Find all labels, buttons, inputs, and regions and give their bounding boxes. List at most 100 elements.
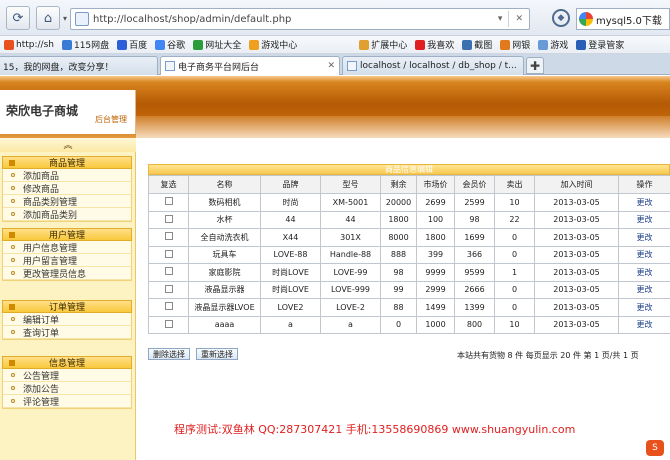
table-cell: 1800 <box>380 210 417 229</box>
bullet-icon <box>11 258 15 262</box>
credits-text: 程序测试:双鱼林 QQ:287307421 手机:13558690869 www… <box>174 423 576 436</box>
table-cell: 2013-03-05 <box>534 315 619 334</box>
item-label: 商品类别管理 <box>23 197 78 208</box>
address-bar[interactable]: http://localhost/shop/admin/default.php … <box>70 8 530 30</box>
sidebar-item-notices[interactable]: 公告管理 <box>3 369 131 382</box>
edit-link[interactable]: 更改 <box>618 263 670 282</box>
refresh-icon[interactable]: ⟳ <box>6 6 30 30</box>
row-checkbox-cell <box>148 193 189 212</box>
sidebar-item-add-notice[interactable]: 添加公告 <box>3 382 131 395</box>
edit-link[interactable]: 更改 <box>618 193 670 212</box>
sidebar-item-add-goods[interactable]: 添加商品 <box>3 169 131 182</box>
new-tab-button[interactable]: ✚ <box>526 57 544 74</box>
goods-table: 复选 名称 品牌 型号 剩余 市场价 会员价 卖出 加入时间 操作 数码相机 时尚… <box>148 175 670 334</box>
fav-item[interactable]: 网银 <box>500 38 530 51</box>
row-checkbox[interactable] <box>164 197 173 206</box>
shield-icon[interactable]: ◆ <box>552 9 570 27</box>
tab-bar: 15，我的网盘，改变分享！ 电子商务平台网后台 ✕ localhost / loc… <box>0 54 670 75</box>
table-cell: a <box>260 315 321 334</box>
heart-icon <box>415 39 426 50</box>
collapse-icon[interactable]: ︽ <box>0 138 136 152</box>
sidebar-item-goods-category[interactable]: 商品类别管理 <box>3 195 131 208</box>
group-orders: 订单管理 编辑订单 查询订单 <box>2 300 132 340</box>
sidebar-item-comments[interactable]: 评论管理 <box>3 395 131 408</box>
bullet-icon <box>11 271 15 275</box>
tab-netdisk[interactable]: 15，我的网盘，改变分享！ <box>0 56 158 75</box>
row-checkbox[interactable] <box>164 214 173 223</box>
close-icon[interactable]: ✕ <box>515 14 523 24</box>
item-label: 添加商品 <box>23 171 60 182</box>
favorite-icon <box>4 39 14 50</box>
fav-item[interactable]: 游戏中心 <box>249 38 297 51</box>
fav-label: 游戏 <box>550 41 569 51</box>
edit-link[interactable]: 更改 <box>618 210 670 229</box>
fav-item[interactable]: 网址大全 <box>193 38 241 51</box>
sidebar-item-query-order[interactable]: 查询订单 <box>3 326 131 339</box>
fav-item[interactable]: 游戏 <box>538 38 568 51</box>
address-url[interactable]: http://localhost/shop/admin/default.php <box>93 14 498 25</box>
sidebar-item-user-messages[interactable]: 用户留言管理 <box>3 254 131 267</box>
bullet-icon <box>11 373 15 377</box>
table-row: 家庭影院 时尚LOVE LOVE-99 98 9999 9599 1 2013-03-05 更改 <box>148 263 670 282</box>
close-icon[interactable]: ✕ <box>323 61 335 71</box>
group-users: 用户管理 用户信息管理 用户留言管理 更改管理员信息 <box>2 228 132 281</box>
delete-selected-button[interactable]: 删除选择 <box>148 348 190 360</box>
table-cell: 2666 <box>454 280 495 299</box>
row-checkbox-cell <box>148 210 189 229</box>
column-header: 剩余 <box>380 175 417 194</box>
row-checkbox[interactable] <box>164 319 173 328</box>
home-icon[interactable]: ⌂ <box>36 6 60 30</box>
group-title: 信息管理 <box>48 359 85 369</box>
edit-link[interactable]: 更改 <box>618 315 670 334</box>
edit-link[interactable]: 更改 <box>618 298 670 317</box>
row-checkbox[interactable] <box>164 302 173 311</box>
fav-item[interactable]: 登录管家 <box>576 38 624 51</box>
table-cell: 时尚 <box>260 193 321 212</box>
page-icon <box>347 61 357 71</box>
fav-item[interactable]: 截图 <box>462 38 492 51</box>
sidebar-item-admin-info[interactable]: 更改管理员信息 <box>3 267 131 280</box>
group-header[interactable]: 订单管理 <box>2 300 132 313</box>
table-cell: 10 <box>494 193 535 212</box>
row-checkbox[interactable] <box>164 284 173 293</box>
table-cell: 800 <box>454 315 495 334</box>
edit-link[interactable]: 更改 <box>618 245 670 264</box>
sidebar-item-user-info[interactable]: 用户信息管理 <box>3 241 131 254</box>
tab-phpmyadmin[interactable]: localhost / localhost / db_shop / t... <box>342 56 524 75</box>
fav-label: 扩展中心 <box>371 41 408 51</box>
chevron-down-icon[interactable]: ▾ <box>60 6 70 30</box>
goods-table-panel: 商品信息编辑 复选 名称 品牌 型号 剩余 市场价 会员价 卖出 加入时间 操作… <box>148 164 670 334</box>
edit-link[interactable]: 更改 <box>618 228 670 247</box>
row-checkbox[interactable] <box>164 232 173 241</box>
fav-item[interactable]: 我喜欢 <box>415 38 454 51</box>
row-checkbox[interactable] <box>164 267 173 276</box>
tab-admin[interactable]: 电子商务平台网后台 ✕ <box>160 56 340 75</box>
group-header[interactable]: 用户管理 <box>2 228 132 241</box>
row-checkbox-cell <box>148 228 189 247</box>
table-cell: 2999 <box>416 280 455 299</box>
fav-item[interactable]: 百度 <box>117 38 147 51</box>
search-input[interactable]: mysql5.0下载 <box>576 8 670 30</box>
fav-item[interactable]: 115网盘 <box>61 38 109 51</box>
feedback-icon[interactable]: S <box>646 440 664 456</box>
chevron-down-icon[interactable]: ▾ <box>498 14 503 24</box>
fav-item[interactable]: 谷歌 <box>155 38 185 51</box>
table-cell: 301X <box>320 228 381 247</box>
edit-link[interactable]: 更改 <box>618 280 670 299</box>
table-cell: 2013-03-05 <box>534 228 619 247</box>
sidebar-item-edit-order[interactable]: 编辑订单 <box>3 313 131 326</box>
reselect-button[interactable]: 重新选择 <box>196 348 238 360</box>
group-header[interactable]: 商品管理 <box>2 156 132 169</box>
table-cell: 1399 <box>454 298 495 317</box>
table-row: aaaa a a 0 1000 800 10 2013-03-05 更改 <box>148 315 670 334</box>
sidebar-item-add-category[interactable]: 添加商品类别 <box>3 208 131 221</box>
sidebar-item-edit-goods[interactable]: 修改商品 <box>3 182 131 195</box>
table-cell: 0 <box>494 298 535 317</box>
table-cell: 1 <box>494 263 535 282</box>
fav-item[interactable]: http://sh <box>4 39 54 50</box>
fav-item[interactable]: 扩展中心 <box>359 38 407 51</box>
table-row: 玩具车 LOVE-88 Handle-88 888 399 366 0 2013-03-05 更… <box>148 245 670 264</box>
row-checkbox[interactable] <box>164 249 173 258</box>
group-header[interactable]: 信息管理 <box>2 356 132 369</box>
admin-page: 荣欣电子商城 后台管理 ︽ 商品管理 添加商品 修改商品 商品类别管理 添加商品… <box>0 76 670 460</box>
